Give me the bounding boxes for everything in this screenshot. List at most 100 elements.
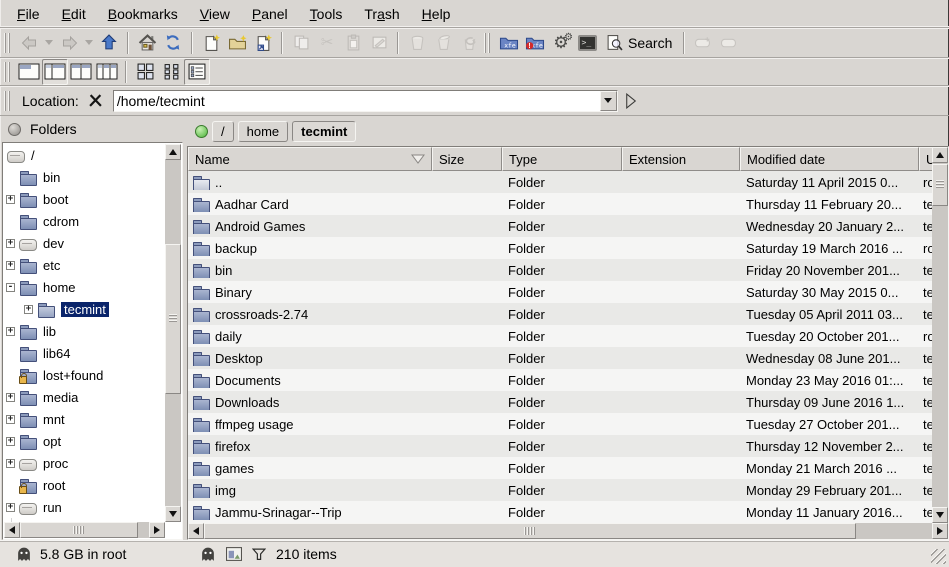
table-row[interactable]: imgFolderMonday 29 February 201...tecmin… [188,479,933,501]
new-file-button[interactable] [198,30,224,56]
scroll-left-button[interactable] [4,522,20,538]
tree-expander[interactable] [6,261,15,270]
tree-item[interactable]: home [4,276,165,298]
scrollbar-thumb[interactable] [204,523,856,539]
tree-item[interactable]: proc [4,452,165,474]
toolbar-grip[interactable] [484,33,492,53]
tree-item[interactable]: media [4,386,165,408]
scrollbar-thumb[interactable] [932,164,948,206]
table-row[interactable]: gamesFolderMonday 21 March 2016 ...tecmi… [188,457,933,479]
menu-item[interactable]: File [6,2,51,26]
scroll-left-button[interactable] [188,523,204,539]
breadcrumb-button[interactable]: / [212,121,234,142]
forward-button[interactable] [56,30,82,56]
breadcrumb-button[interactable]: tecmint [292,121,356,142]
small-icons-button[interactable] [158,59,184,85]
column-header[interactable]: Type [502,147,622,171]
thumbnails-icon[interactable] [226,547,242,561]
empty-trash-button[interactable] [456,30,482,56]
trash-restore-button[interactable] [430,30,456,56]
scroll-down-button[interactable] [165,506,181,522]
table-row[interactable]: firefoxFolderThursday 12 November 2...te… [188,435,933,457]
tree-and-two-panels-button[interactable] [94,59,120,85]
column-header[interactable]: Size [432,147,502,171]
unmount-button[interactable] [716,30,742,56]
cut-button[interactable]: ✂ [314,30,340,56]
list-vertical-scrollbar[interactable] [932,147,948,523]
table-row[interactable]: Aadhar CardFolderThursday 11 February 20… [188,193,933,215]
scroll-right-button[interactable] [149,522,165,538]
menu-item[interactable]: Bookmarks [97,2,189,26]
tree-expander[interactable] [24,305,33,314]
tree-and-panel-button[interactable] [42,59,68,85]
table-row[interactable]: DesktopFolderWednesday 08 June 201...tec… [188,347,933,369]
tree-item[interactable]: lib64 [4,342,165,364]
tree-item[interactable]: dev [4,232,165,254]
sidebar-horizontal-scrollbar[interactable] [4,522,165,538]
table-row[interactable]: DocumentsFolderMonday 23 May 2016 01:...… [188,369,933,391]
menu-item[interactable]: Edit [51,2,97,26]
tree-expander[interactable] [6,459,15,468]
toolbar-grip[interactable] [4,33,12,53]
panel-indicator-icon[interactable] [8,123,21,136]
tree-expander[interactable] [6,393,15,402]
two-panels-button[interactable] [68,59,94,85]
filter-icon[interactable] [252,548,266,561]
table-row[interactable]: Jammu-Srinagar--TripFolderMonday 11 Janu… [188,501,933,523]
list-horizontal-scrollbar[interactable] [188,523,948,539]
tree-item[interactable]: lib [4,320,165,342]
tree-expander[interactable] [6,327,15,336]
copy-button[interactable] [288,30,314,56]
menu-item[interactable]: Panel [241,2,299,26]
column-header[interactable]: Name [188,147,432,171]
location-dropdown-button[interactable] [600,91,617,111]
tree-expander[interactable] [6,415,15,424]
table-row[interactable]: Android GamesFolderWednesday 20 January … [188,215,933,237]
clear-location-button[interactable] [87,92,105,110]
home-button[interactable] [134,30,160,56]
table-row[interactable]: crossroads-2.74FolderTuesday 05 April 20… [188,303,933,325]
tree-item[interactable]: mnt [4,408,165,430]
menu-item[interactable]: Help [411,2,462,26]
tree-item[interactable]: lost+found [4,364,165,386]
breadcrumb-button[interactable]: home [238,121,289,142]
menu-item[interactable]: View [189,2,241,26]
hidden-files-icon[interactable] [200,546,216,562]
go-button[interactable] [625,93,637,109]
tree-item[interactable]: bin [4,166,165,188]
column-header[interactable]: User [919,147,933,171]
tree-item[interactable]: etc [4,254,165,276]
table-row[interactable]: binFolderFriday 20 November 201...tecmin… [188,259,933,281]
column-header[interactable]: Modified date [740,147,919,171]
detailed-list-button[interactable] [184,59,210,85]
scroll-right-button[interactable] [932,523,948,539]
location-input[interactable] [113,90,618,112]
table-row[interactable]: ..FolderSaturday 11 April 2015 0...root [188,171,933,193]
table-row[interactable]: BinaryFolderSaturday 30 May 2015 0...tec… [188,281,933,303]
table-row[interactable]: ffmpeg usageFolderTuesday 27 October 201… [188,413,933,435]
panel-active-indicator[interactable] [195,125,208,138]
tree-item[interactable]: tecmint [4,298,165,320]
tree-item[interactable]: / [4,144,165,166]
big-icons-button[interactable] [132,59,158,85]
scroll-up-button[interactable] [165,144,181,160]
tree-item[interactable]: root [4,474,165,496]
new-symlink-button[interactable] [250,30,276,56]
new-root-window-button[interactable]: xfe ! [522,30,548,56]
new-window-button[interactable]: xfe [496,30,522,56]
new-folder-button[interactable] [224,30,250,56]
menu-item[interactable]: Trash [353,2,410,26]
scroll-up-button[interactable] [932,147,948,163]
sidebar-vertical-scrollbar[interactable] [165,144,181,522]
tree-expander[interactable] [6,195,15,204]
scrollbar-thumb[interactable] [20,522,138,538]
toolbar-grip[interactable] [4,62,12,82]
mount-button[interactable] [690,30,716,56]
tree-expander[interactable] [6,283,15,292]
hidden-files-icon[interactable] [16,546,32,562]
tree-expander[interactable] [6,437,15,446]
back-button[interactable] [16,30,42,56]
scroll-down-button[interactable] [932,507,948,523]
execute-command-button[interactable]: ⚙ ⚙ [548,30,574,56]
properties-button[interactable] [366,30,392,56]
